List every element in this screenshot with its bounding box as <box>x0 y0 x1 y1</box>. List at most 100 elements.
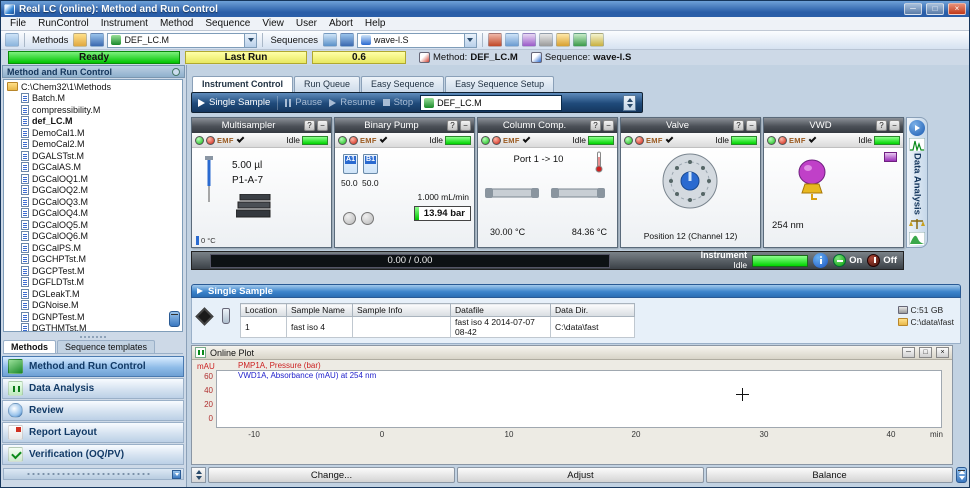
vial-location[interactable]: P1-A-7 <box>232 175 263 186</box>
valve-position[interactable]: Position 12 (Channel 12) <box>621 231 760 241</box>
on-led-icon[interactable] <box>767 135 776 145</box>
menu-item-view[interactable]: View <box>256 18 290 29</box>
change-button[interactable]: Change... <box>208 467 455 483</box>
tree-item[interactable]: DemoCal1.M <box>7 127 182 139</box>
menu-item-instrument[interactable]: Instrument <box>95 18 154 29</box>
tree-item[interactable]: DGCalOQ6.M <box>7 231 182 243</box>
on-led-icon[interactable] <box>481 135 490 145</box>
on-led-icon[interactable] <box>195 135 204 145</box>
off-led-icon[interactable] <box>492 135 501 145</box>
menu-item-sequence[interactable]: Sequence <box>199 18 256 29</box>
help-icon[interactable]: ? <box>304 120 315 131</box>
menu-item-help[interactable]: Help <box>359 18 392 29</box>
plot-close-icon[interactable]: × <box>936 347 949 358</box>
column-header[interactable]: Location <box>240 303 287 317</box>
panel-header[interactable]: Valve ? − <box>621 118 760 133</box>
open-method-icon[interactable] <box>73 33 88 47</box>
sequence-combo[interactable]: wave-l.S <box>356 32 477 48</box>
resume-button[interactable]: Resume <box>329 97 376 108</box>
expand-arrow-icon[interactable] <box>909 120 925 136</box>
tree-item[interactable]: DGCalAS.M <box>7 162 182 174</box>
tree-item[interactable]: DGCalOQ2.M <box>7 185 182 197</box>
off-led-icon[interactable] <box>635 135 644 145</box>
tab-run-queue[interactable]: Run Queue <box>294 76 361 92</box>
single-sample-header[interactable]: Single Sample <box>191 284 961 298</box>
emf-indicator[interactable]: EMF <box>503 136 520 145</box>
right-temperature[interactable]: 84.36 °C <box>572 227 607 237</box>
tree-item-selected[interactable]: def_LC.M <box>7 116 182 128</box>
spectrum-window-icon[interactable] <box>884 152 897 162</box>
tree-item[interactable]: DGNPTest.M <box>7 311 182 323</box>
off-led-icon[interactable] <box>206 135 215 145</box>
tree-item[interactable]: DGCalOQ3.M <box>7 196 182 208</box>
sidebar-item-review[interactable]: Review <box>2 400 184 421</box>
tree-item[interactable]: DGCHPTst.M <box>7 254 182 266</box>
grip-handle[interactable] <box>26 472 150 476</box>
panel-header[interactable]: Multisampler ? − <box>192 118 331 133</box>
emf-indicator[interactable]: EMF <box>217 136 234 145</box>
off-led-icon[interactable] <box>349 135 358 145</box>
tree-item[interactable]: compressibility.M <box>7 104 182 116</box>
help-icon[interactable]: ? <box>876 120 887 131</box>
collapse-icon[interactable]: − <box>460 120 471 131</box>
tree-root[interactable]: C:\Chem32\1\Methods <box>7 81 182 327</box>
online-plot-titlebar[interactable]: Online Plot ─ □ × <box>192 346 952 360</box>
adjust-button[interactable]: Adjust <box>457 467 704 483</box>
tree-item[interactable]: DGALSTst.M <box>7 150 182 162</box>
panel-header[interactable]: VWD ? − <box>764 118 903 133</box>
emf-indicator[interactable]: EMF <box>789 136 806 145</box>
expander-icon[interactable] <box>169 311 180 327</box>
sidebar-item-method-run-control[interactable]: Method and Run Control <box>2 356 184 377</box>
pressure-display[interactable]: 13.94 bar <box>413 206 471 221</box>
solvent-b-bottle-icon[interactable]: B1 <box>363 154 378 174</box>
tree-item[interactable]: DGLeakT.M <box>7 288 182 300</box>
chevron-down-icon[interactable] <box>244 33 257 47</box>
cell-data-dir[interactable]: C:\data\fast <box>550 316 635 338</box>
tree-item[interactable]: Batch.M <box>7 93 182 105</box>
collapse-icon[interactable]: − <box>746 120 757 131</box>
pin-icon[interactable] <box>172 67 180 76</box>
sidebar-item-report-layout[interactable]: Report Layout <box>2 422 184 443</box>
active-method-combo[interactable]: DEF_LC.M <box>420 94 563 111</box>
cell-location[interactable]: 1 <box>240 316 287 338</box>
flask-icon[interactable] <box>521 33 536 47</box>
panel-header[interactable]: Column Comp. ? − <box>478 118 617 133</box>
help-icon[interactable]: ? <box>733 120 744 131</box>
scale-spinner[interactable] <box>191 467 206 483</box>
tree-item[interactable]: DGCPTest.M <box>7 265 182 277</box>
column-header[interactable]: Datafile <box>450 303 551 317</box>
tab-methods[interactable]: Methods <box>3 340 56 353</box>
on-led-icon[interactable] <box>624 135 633 145</box>
plot-maximize-icon[interactable]: □ <box>919 347 932 358</box>
stop-button[interactable]: Stop <box>382 97 413 108</box>
tab-easy-sequence-setup[interactable]: Easy Sequence Setup <box>445 76 555 92</box>
sampler-temperature[interactable]: 0 °C <box>196 236 216 245</box>
chevron-down-icon[interactable] <box>463 33 476 47</box>
collapse-icon[interactable]: − <box>603 120 614 131</box>
sequence-table-icon[interactable] <box>504 33 519 47</box>
tree-item[interactable]: DGTHMTst.M <box>7 323 182 331</box>
tree-item[interactable]: DGNoise.M <box>7 300 182 312</box>
panel-header[interactable]: Binary Pump ? − <box>335 118 474 133</box>
off-led-icon[interactable] <box>778 135 787 145</box>
menu-item-method[interactable]: Method <box>154 18 199 29</box>
minimize-button[interactable]: ─ <box>904 3 922 15</box>
wavelength[interactable]: 254 nm <box>772 220 804 231</box>
menu-item-abort[interactable]: Abort <box>323 18 359 29</box>
help-icon[interactable]: ? <box>447 120 458 131</box>
tree-item[interactable]: DGCalPS.M <box>7 242 182 254</box>
tab-instrument-control[interactable]: Instrument Control <box>192 76 293 92</box>
tree-item[interactable]: DGCalOQ5.M <box>7 219 182 231</box>
menu-item-user[interactable]: User <box>290 18 323 29</box>
sidebar-item-data-analysis[interactable]: Data Analysis <box>2 378 184 399</box>
solvent-a-bottle-icon[interactable]: A1 <box>343 154 358 174</box>
single-sample-button[interactable]: Single Sample <box>198 97 270 108</box>
plot-minimize-icon[interactable]: ─ <box>902 347 915 358</box>
valve-rotor-icon[interactable] <box>661 152 719 210</box>
collapse-icon[interactable]: − <box>317 120 328 131</box>
tab-sequence-templates[interactable]: Sequence templates <box>57 340 156 353</box>
sidebar-item-verification[interactable]: Verification (OQ/PV) <box>2 444 184 465</box>
flow-rate[interactable]: 1.000 mL/min <box>418 192 470 202</box>
cell-sample-name[interactable]: fast iso 4 <box>286 316 353 338</box>
table-row[interactable]: 1 fast iso 4 fast iso 4 2014-07-07 08-42… <box>240 316 635 338</box>
